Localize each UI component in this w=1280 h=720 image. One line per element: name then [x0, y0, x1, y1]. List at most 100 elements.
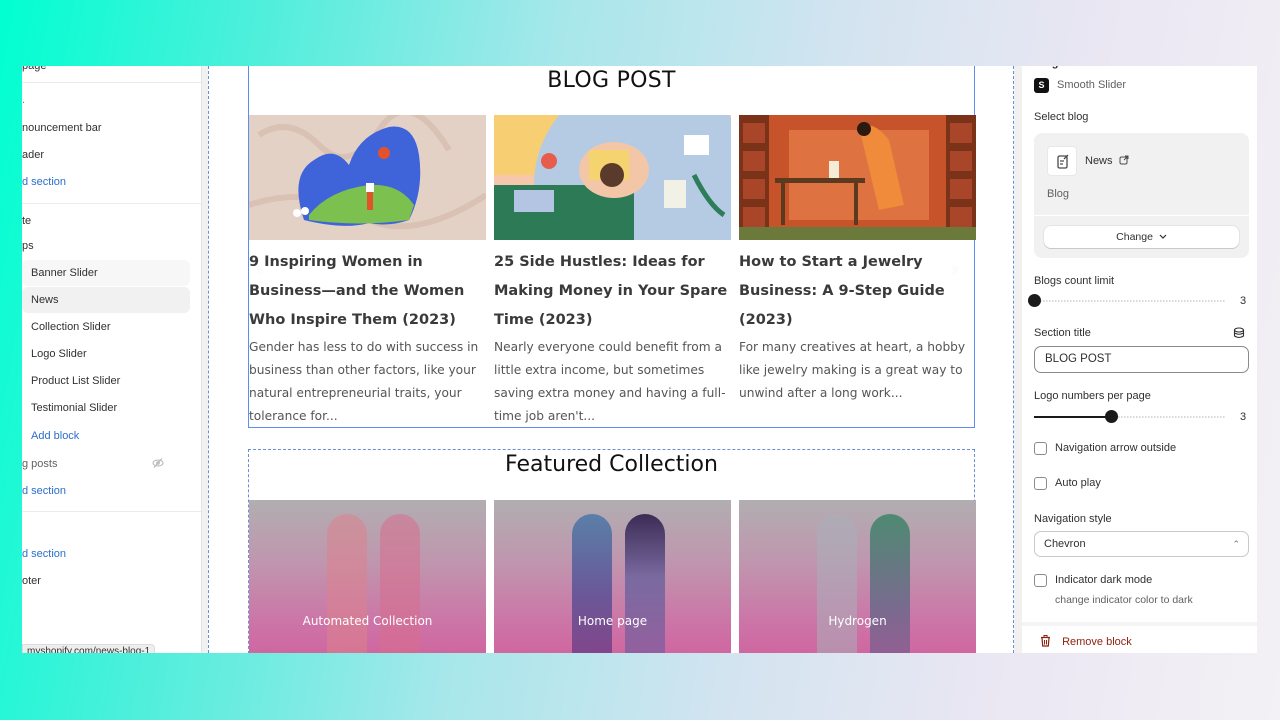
eye-slash-icon[interactable] [152, 457, 164, 469]
nav-arrow-outside-checkbox[interactable] [1034, 442, 1047, 455]
indicator-dark-help: change indicator color to dark [1055, 594, 1193, 606]
change-button-label: Change [1116, 231, 1153, 243]
status-url-tooltip: myshopify.com/news-blog-1 [22, 644, 156, 653]
navigation-style-value: Chevron [1044, 538, 1086, 550]
blog-name-link[interactable]: News [1085, 155, 1129, 167]
section-header[interactable]: ader [22, 149, 44, 161]
chevron-down-icon [1159, 234, 1167, 239]
block-settings-panel: Blog Slider S Smooth Slider Select blog … [1022, 66, 1257, 653]
indicator-dark-checkbox[interactable] [1034, 574, 1047, 587]
divider [1034, 215, 1249, 216]
select-blog-label: Select blog [1034, 111, 1089, 123]
logo-numbers-slider[interactable] [1034, 410, 1226, 423]
dynamic-source-icon[interactable] [1233, 327, 1245, 339]
collection-card[interactable]: Home page [494, 500, 731, 653]
slider-thumb[interactable] [1104, 410, 1118, 423]
collection-label: Hydrogen [828, 614, 887, 628]
divider [1022, 622, 1257, 626]
blog-card-image [249, 115, 486, 240]
blog-card[interactable]: 9 Inspiring Women in Business—and the Wo… [249, 115, 486, 428]
header-group-label: . [22, 94, 26, 106]
page-selector-label[interactable]: page [22, 66, 46, 72]
featured-collection-section[interactable]: Featured Collection Automated Collection… [248, 449, 976, 653]
add-block-label: Add block [31, 430, 80, 442]
block-label: Collection Slider [31, 321, 111, 333]
block-product-list-slider[interactable]: Product List Slider [22, 368, 190, 394]
add-section-link[interactable]: d section [22, 176, 66, 188]
remove-block-button[interactable]: Remove block [1040, 635, 1132, 648]
collection-label: Automated Collection [302, 614, 433, 628]
section-blog-posts[interactable]: g posts [22, 458, 57, 470]
blog-card[interactable]: 25 Side Hustles: Ideas for Making Money … [494, 115, 731, 428]
snowboard-image [817, 514, 857, 653]
blogs-count-value: 3 [1240, 295, 1247, 307]
theme-editor-window: page . nouncement bar ader d section te … [22, 66, 1257, 653]
blog-name: News [1085, 155, 1113, 167]
auto-play-label: Auto play [1055, 477, 1101, 489]
snowboard-image [572, 514, 612, 653]
divider [22, 511, 201, 512]
block-collection-slider[interactable]: Collection Slider [22, 314, 190, 340]
snowboard-image [327, 514, 367, 653]
blog-card-title[interactable]: 9 Inspiring Women in Business—and the Wo… [249, 248, 486, 335]
block-news[interactable]: News [22, 287, 190, 313]
external-link-icon [1119, 155, 1129, 165]
snowboard-image [380, 514, 420, 653]
blog-card-excerpt: Nearly everyone could benefit from a lit… [494, 340, 726, 423]
nav-arrow-outside-label: Navigation arrow outside [1055, 442, 1177, 454]
section-announcement-bar[interactable]: nouncement bar [22, 122, 102, 134]
collection-label: Home page [577, 614, 648, 628]
section-footer[interactable]: oter [22, 575, 41, 587]
trash-icon [1041, 635, 1050, 647]
section-sidebar: page . nouncement bar ader d section te … [22, 66, 202, 653]
section-title-label: Section title [1034, 327, 1091, 339]
navigation-style-select[interactable]: Chevron ⌃ [1034, 531, 1249, 557]
slider-thumb[interactable] [1028, 294, 1041, 307]
collection-card[interactable]: Hydrogen [739, 500, 976, 653]
add-block-link[interactable]: Add block [22, 423, 190, 449]
block-testimonial-slider[interactable]: Testimonial Slider [22, 395, 190, 421]
add-section-link[interactable]: d section [22, 548, 66, 560]
blog-card[interactable]: How to Start a Jewelry Business: A 9-Ste… [739, 115, 976, 405]
block-banner-slider[interactable]: Banner Slider [22, 260, 190, 286]
blog-card-title[interactable]: 25 Side Hustles: Ideas for Making Money … [494, 248, 731, 335]
block-logo-slider[interactable]: Logo Slider [22, 341, 190, 367]
block-label: Testimonial Slider [31, 402, 118, 414]
block-label: Logo Slider [31, 348, 87, 360]
indicator-dark-label: Indicator dark mode [1055, 574, 1153, 586]
preview-canvas: BLOG POST 9 Inspiring Women in Business—… [208, 66, 1014, 653]
blog-card-excerpt: For many creatives at heart, a hobby lik… [739, 340, 966, 400]
logo-numbers-value: 3 [1240, 411, 1247, 423]
block-name-heading: Blog Slider [1034, 66, 1092, 69]
template-label: te [22, 215, 32, 227]
logo-numbers-label: Logo numbers per page [1034, 390, 1151, 402]
blog-slider-section[interactable]: BLOG POST 9 Inspiring Women in Business—… [248, 66, 976, 428]
auto-play-checkbox[interactable] [1034, 477, 1047, 490]
edit-note-icon [1057, 154, 1069, 169]
block-label: News [31, 294, 59, 306]
change-blog-button[interactable]: Change [1044, 226, 1239, 248]
section-title: BLOG POST [547, 68, 676, 93]
blog-card-excerpt: Gender has less to do with success in bu… [249, 340, 479, 423]
add-section-link[interactable]: d section [22, 485, 66, 497]
block-label: Banner Slider [31, 267, 98, 279]
section-title-input[interactable]: BLOG POST [1034, 346, 1249, 373]
blog-card-image [739, 115, 976, 240]
divider [22, 203, 201, 204]
collection-card[interactable]: Automated Collection [249, 500, 486, 653]
remove-block-label: Remove block [1062, 636, 1132, 648]
blog-card-title[interactable]: How to Start a Jewelry Business: A 9-Ste… [739, 248, 976, 335]
section-title: Featured Collection [505, 452, 718, 477]
snowboard-image [870, 514, 910, 653]
slider-prev-arrow[interactable]: ‹ [257, 259, 271, 279]
slider-next-arrow[interactable]: › [952, 259, 966, 279]
blog-type: Blog [1047, 188, 1070, 200]
app-logo-icon: S [1034, 78, 1049, 93]
select-caret-icon: ⌃ [1232, 539, 1240, 549]
blogs-count-label: Blogs count limit [1034, 275, 1115, 287]
blogs-count-slider[interactable] [1028, 294, 1226, 307]
section-apps[interactable]: ps [22, 240, 34, 252]
blog-thumbnail [1047, 146, 1077, 176]
app-name[interactable]: Smooth Slider [1057, 79, 1126, 91]
block-label: Product List Slider [31, 375, 121, 387]
